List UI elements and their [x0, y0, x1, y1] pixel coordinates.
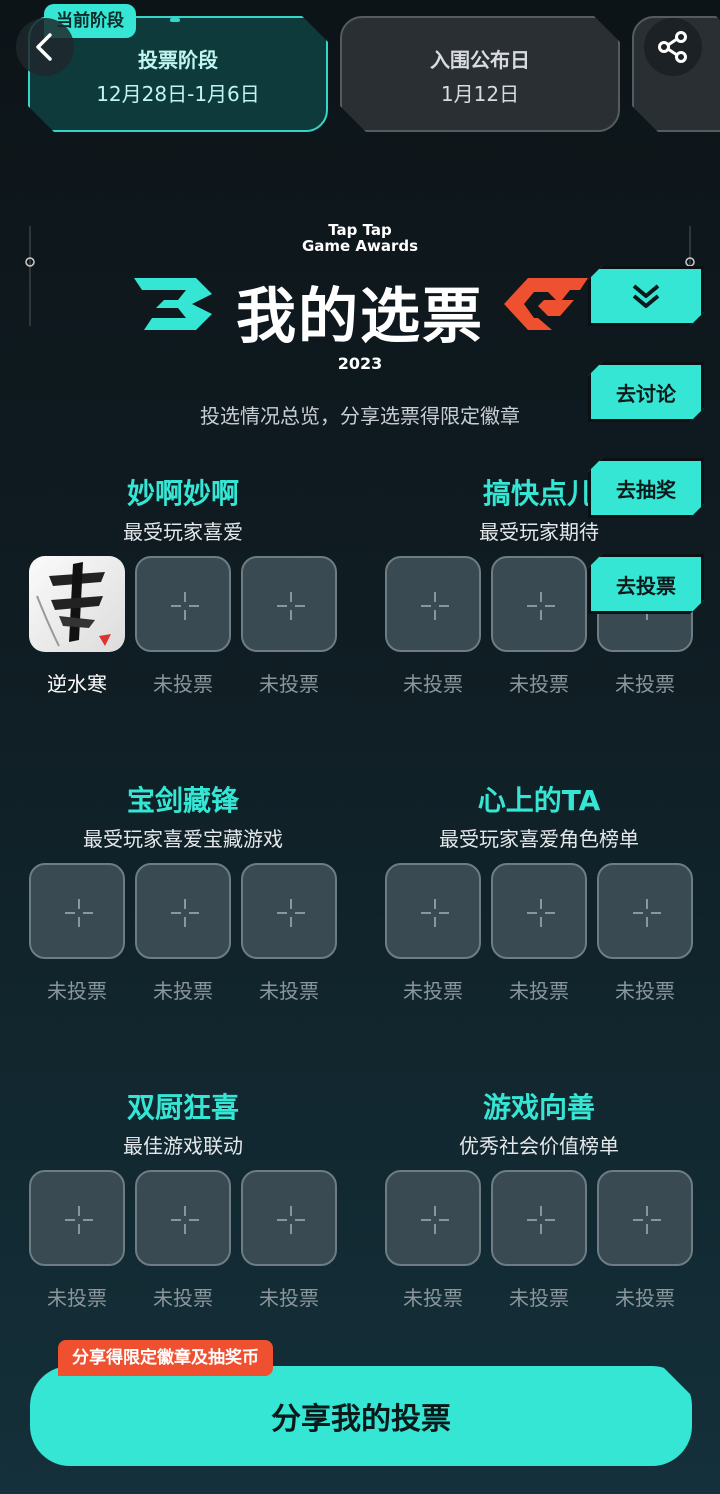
crosshair-icon	[171, 899, 199, 927]
slot-label: 未投票	[403, 1286, 463, 1310]
slot-label: 未投票	[509, 1286, 569, 1310]
slot-label: 未投票	[47, 1286, 107, 1310]
crosshair-icon	[527, 592, 555, 620]
crosshair-icon	[527, 1206, 555, 1234]
vote-slot[interactable]	[385, 1170, 481, 1266]
category-title: 宝剑藏锋	[126, 784, 239, 817]
category-title: 妙啊妙啊	[126, 477, 239, 510]
crosshair-icon	[277, 592, 305, 620]
brand-line-2: Game Awards	[301, 237, 419, 255]
slot-label: 未投票	[153, 979, 213, 1003]
brand-line-1: Tap Tap	[328, 221, 392, 239]
vote-slot[interactable]	[597, 863, 693, 959]
slot-label: 未投票	[615, 1286, 675, 1310]
slot-label: 未投票	[615, 672, 675, 696]
slot-label: 未投票	[615, 979, 675, 1003]
category-subtitle: 最佳游戏联动	[123, 1134, 243, 1158]
category-subtitle: 优秀社会价值榜单	[459, 1134, 619, 1158]
crosshair-icon	[421, 1206, 449, 1234]
vote-slot[interactable]	[29, 1170, 125, 1266]
crosshair-icon	[65, 1206, 93, 1234]
crosshair-icon	[277, 1206, 305, 1234]
crosshair-icon	[527, 899, 555, 927]
crosshair-icon	[171, 1206, 199, 1234]
share-button[interactable]	[644, 18, 702, 76]
vote-slot[interactable]	[597, 1170, 693, 1266]
crosshair-icon	[421, 592, 449, 620]
slot-label: 未投票	[403, 672, 463, 696]
slot-label: 未投票	[259, 672, 319, 696]
category-subtitle: 最受玩家喜爱角色榜单	[439, 827, 639, 851]
lottery-button[interactable]: 去抽奖	[588, 458, 704, 518]
vote-slot[interactable]	[385, 863, 481, 959]
orange-arrow-logo	[504, 278, 588, 330]
slot-label: 未投票	[47, 979, 107, 1003]
share-icon	[658, 31, 687, 63]
slot-label: 未投票	[509, 979, 569, 1003]
slot-label: 未投票	[509, 672, 569, 696]
stage-title: 投票阶段	[138, 48, 218, 72]
slot-label: 未投票	[153, 1286, 213, 1310]
slot-label: 未投票	[259, 1286, 319, 1310]
vote-slot[interactable]	[385, 556, 481, 652]
vote-slot[interactable]	[241, 556, 337, 652]
crosshair-icon	[633, 1206, 661, 1234]
category-subtitle: 最受玩家喜爱宝藏游戏	[83, 827, 283, 851]
category-subtitle: 最受玩家期待	[479, 520, 599, 544]
slot-label: 未投票	[403, 979, 463, 1003]
stage-date: 1月12日	[440, 82, 520, 106]
slot-label: 逆水寒	[47, 672, 107, 696]
crosshair-icon	[277, 899, 305, 927]
vote-slot[interactable]	[241, 1170, 337, 1266]
category-subtitle: 最受玩家喜爱	[123, 520, 243, 544]
vote-slot[interactable]	[135, 1170, 231, 1266]
crosshair-icon	[65, 899, 93, 927]
vote-slot[interactable]	[491, 863, 587, 959]
category-title: 双厨狂喜	[126, 1091, 239, 1124]
vote-slot[interactable]	[135, 556, 231, 652]
vote-slot[interactable]	[491, 1170, 587, 1266]
stage-date: 12月28日-1月6日	[96, 82, 260, 106]
slot-label: 未投票	[259, 979, 319, 1003]
discuss-button[interactable]: 去讨论	[588, 362, 704, 422]
vote-slot[interactable]	[29, 863, 125, 959]
category-title: 心上的TA	[477, 784, 601, 817]
share-vote-button[interactable]: 分享我的投票	[30, 1366, 692, 1466]
back-button[interactable]	[16, 18, 74, 76]
vote-slot[interactable]	[241, 863, 337, 959]
promo-badge: 分享得限定徽章及抽奖币	[58, 1340, 273, 1376]
collapse-button[interactable]	[588, 266, 704, 326]
stage-title: 入围公布日	[430, 48, 530, 72]
vote-slot[interactable]	[491, 556, 587, 652]
category-title: 游戏向善	[482, 1091, 595, 1124]
slot-label: 未投票	[153, 672, 213, 696]
crosshair-icon	[633, 899, 661, 927]
go-vote-button[interactable]: 去投票	[588, 554, 704, 614]
brush-art-icon	[36, 562, 111, 647]
crosshair-icon	[421, 899, 449, 927]
vote-slot[interactable]	[135, 863, 231, 959]
chevron-left-icon	[36, 33, 52, 61]
crosshair-icon	[171, 592, 199, 620]
game-icon-nishuihan[interactable]	[29, 556, 125, 652]
stage-card-announce[interactable]: 入围公布日 1月12日	[340, 16, 620, 132]
chevron-double-down-icon	[630, 282, 662, 310]
